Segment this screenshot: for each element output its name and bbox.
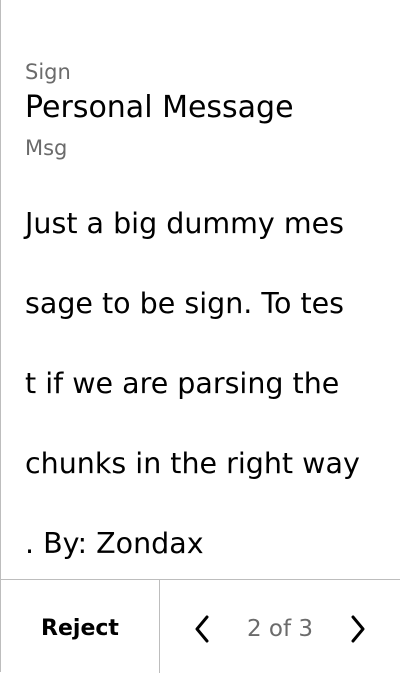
field-label-sign: Sign xyxy=(25,60,71,84)
page-indicator: 2 of 3 xyxy=(246,615,314,642)
review-content: Sign Personal Message Msg Just a big dum… xyxy=(25,58,385,604)
msg-line: t if we are parsing the xyxy=(25,367,340,400)
chevron-left-icon xyxy=(195,615,209,642)
review-screen: Sign Personal Message Msg Just a big dum… xyxy=(0,0,400,673)
msg-line: . By: Zondax xyxy=(25,527,204,560)
chevron-right-icon xyxy=(351,615,365,642)
msg-line: Just a big dummy mes xyxy=(25,207,344,240)
bottom-action-bar: Reject 2 of 3 xyxy=(1,579,400,673)
msg-line: chunks in the right way xyxy=(25,447,360,480)
field-label-msg: Msg xyxy=(25,136,68,160)
next-page-button[interactable] xyxy=(344,609,372,649)
prev-page-button[interactable] xyxy=(188,609,216,649)
reject-button[interactable]: Reject xyxy=(1,580,160,673)
msg-line: sage to be sign. To tes xyxy=(25,287,345,320)
field-value-sign: Personal Message xyxy=(25,90,294,125)
field-value-msg: Just a big dummy mes sage to be sign. To… xyxy=(25,164,385,604)
pagination: 2 of 3 xyxy=(160,580,400,673)
